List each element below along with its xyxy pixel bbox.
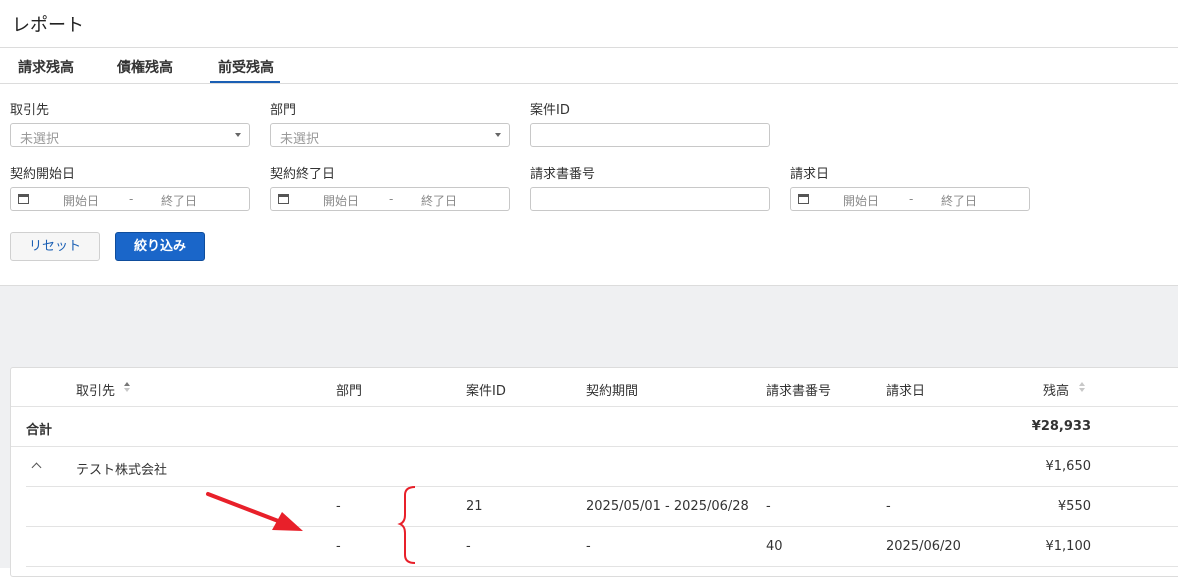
annotation-bracket [397, 486, 416, 564]
annotation-arrow-shaft [206, 492, 288, 526]
annotation-overlay [206, 486, 416, 564]
